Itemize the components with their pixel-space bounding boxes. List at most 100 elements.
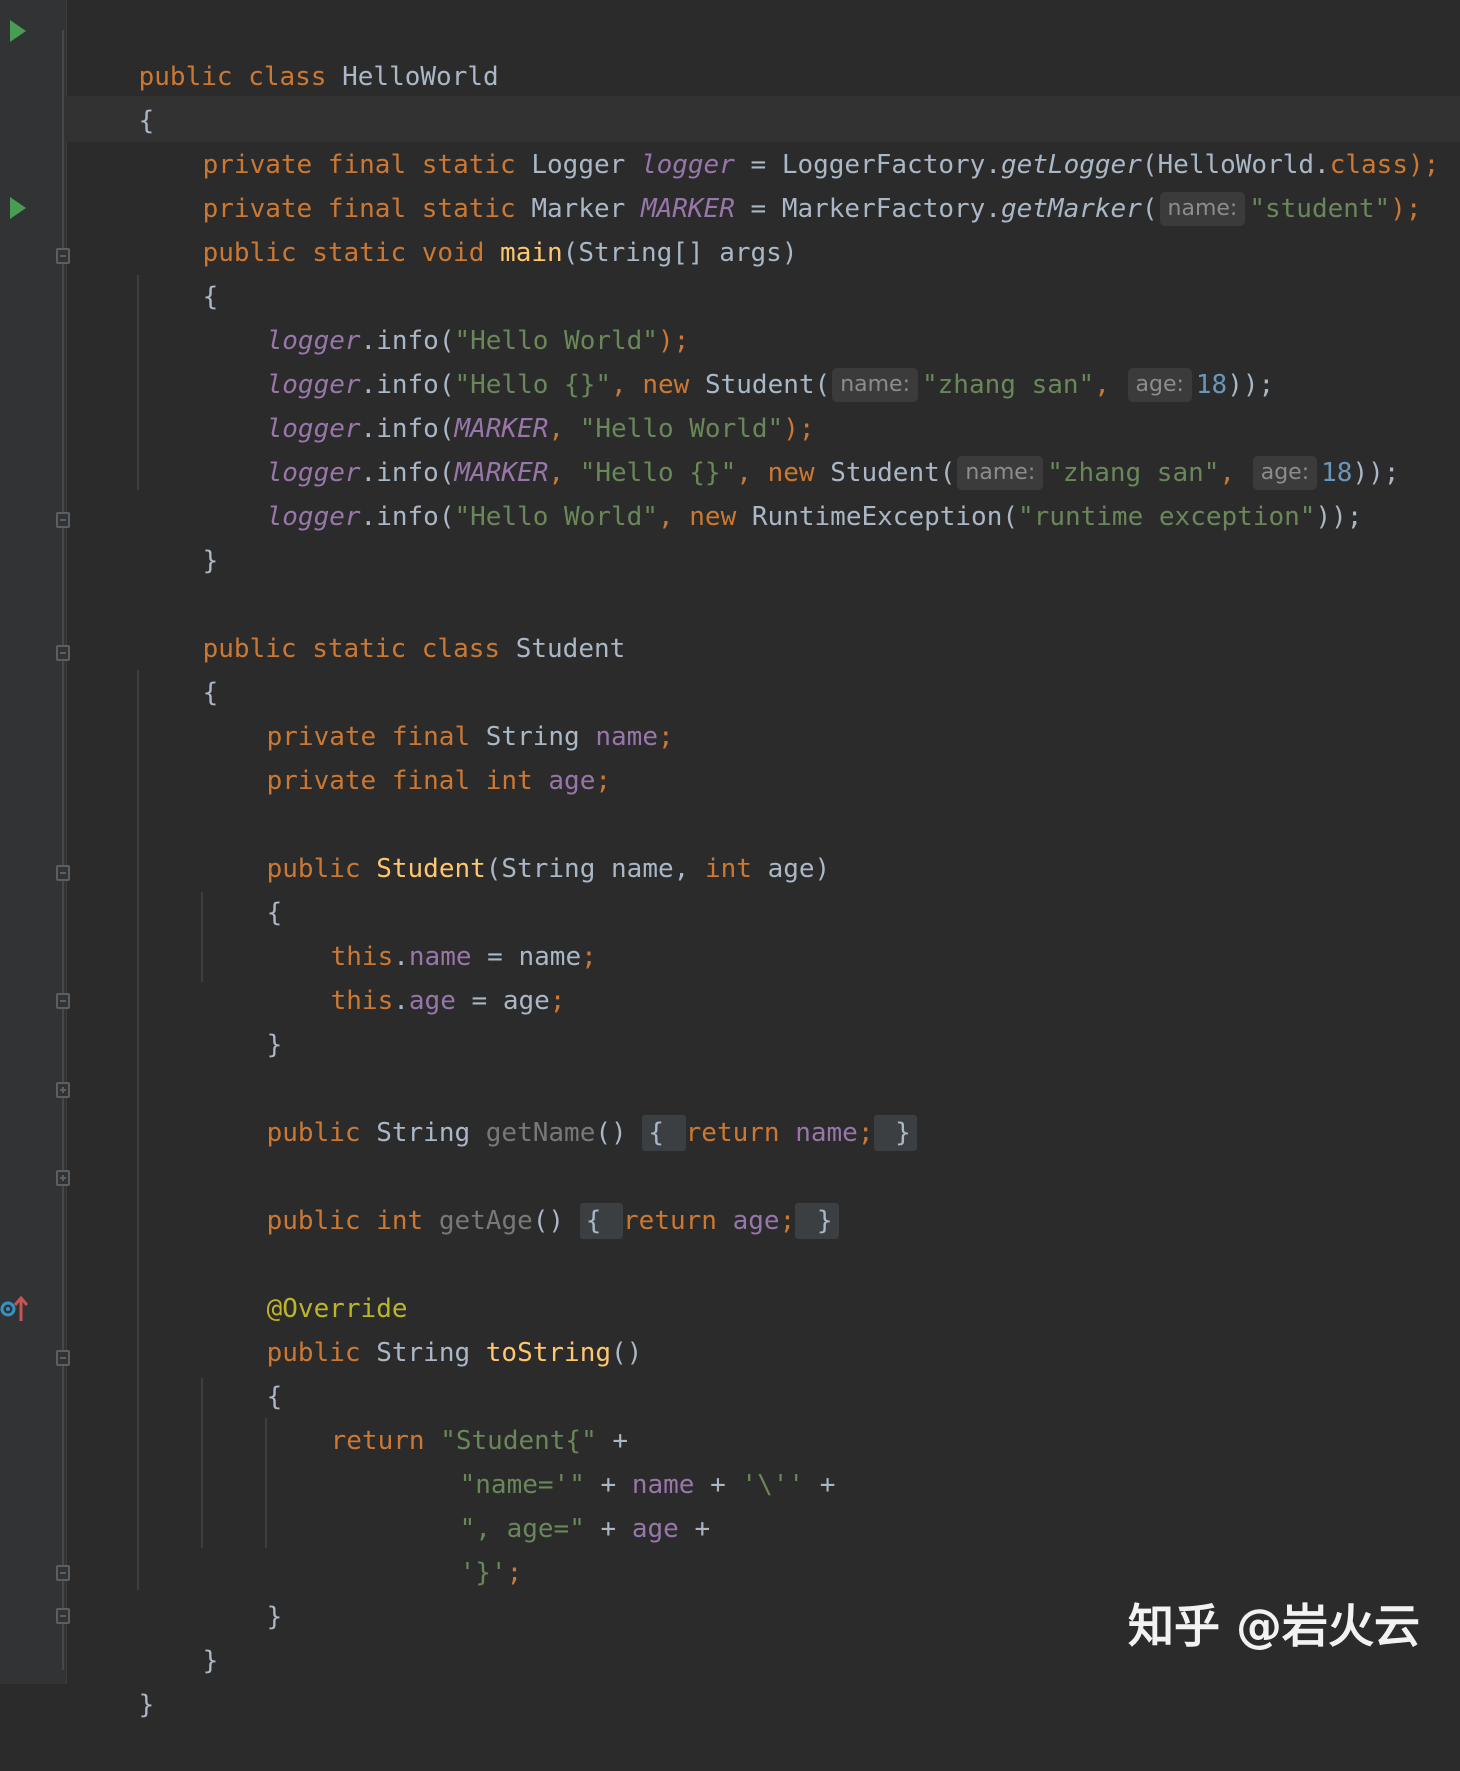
code-token: (String name, xyxy=(485,854,705,884)
code-token: } xyxy=(202,1646,219,1676)
code-token: )); xyxy=(1227,370,1275,400)
code-token: String xyxy=(376,1338,486,1368)
code-line[interactable]: this.name = name; xyxy=(268,891,597,972)
code-line[interactable]: } xyxy=(204,1551,283,1632)
code-line[interactable]: this.age = age; xyxy=(268,935,566,1016)
code-line[interactable]: logger.info("Hello World"); xyxy=(204,275,690,356)
code-token: "Hello World" xyxy=(454,502,658,532)
indent-guide xyxy=(265,1418,267,1548)
code-token: public static void xyxy=(202,238,501,268)
code-token: public xyxy=(266,1118,377,1148)
fold-marker-icon[interactable] xyxy=(56,1082,70,1098)
code-line[interactable]: private final int age; xyxy=(204,715,611,796)
parameter-hint: age: xyxy=(1127,368,1192,402)
code-token: "student" xyxy=(1249,194,1391,224)
code-line[interactable]: @Override xyxy=(204,1243,408,1324)
parameter-hint: name: xyxy=(832,368,918,402)
code-line[interactable]: { xyxy=(204,847,283,928)
code-token: ; xyxy=(549,986,566,1016)
code-token: logger xyxy=(266,502,361,532)
code-token: age xyxy=(631,1514,679,1544)
code-token: String xyxy=(376,1118,486,1148)
code-token: HelloWorld xyxy=(342,62,499,92)
code-token: () xyxy=(532,1206,580,1236)
code-line[interactable]: logger.info(MARKER, "Hello {}", new Stud… xyxy=(204,407,1399,490)
code-line[interactable]: { xyxy=(140,627,219,708)
code-line[interactable]: public class HelloWorld xyxy=(76,11,499,92)
code-line[interactable]: logger.info(MARKER, "Hello World"); xyxy=(204,363,815,444)
code-token: () xyxy=(595,1118,643,1148)
code-token: () xyxy=(611,1338,643,1368)
code-line[interactable]: public static void main(String[] args) xyxy=(140,187,798,268)
code-token: getMarker xyxy=(1000,194,1142,224)
code-line[interactable]: } xyxy=(140,495,219,576)
code-token: ; xyxy=(657,722,674,752)
code-line[interactable]: '}'; xyxy=(397,1507,523,1588)
code-token: public xyxy=(266,1338,377,1368)
code-line[interactable]: public String getName() { return name; } xyxy=(204,1067,917,1151)
code-token: ; xyxy=(506,1558,523,1588)
code-line[interactable]: } xyxy=(140,1595,219,1676)
code-token: ( xyxy=(1141,194,1158,224)
code-token: toString xyxy=(485,1338,612,1368)
code-token: new xyxy=(689,502,752,532)
folded-region[interactable]: } xyxy=(795,1203,839,1239)
code-token: ; xyxy=(857,1118,874,1148)
code-line[interactable]: "name='" + name + '\'' + xyxy=(397,1419,836,1500)
code-line[interactable]: public int getAge() { return age; } xyxy=(204,1155,839,1239)
code-line[interactable]: { xyxy=(76,55,155,136)
code-token: '}' xyxy=(459,1558,507,1588)
folded-region[interactable]: { xyxy=(642,1115,686,1151)
fold-marker-icon[interactable] xyxy=(56,1608,70,1624)
fold-marker-icon[interactable] xyxy=(56,248,70,264)
code-token: age xyxy=(548,766,596,796)
code-token: name xyxy=(795,1118,858,1148)
fold-marker-icon[interactable] xyxy=(56,865,70,881)
code-token: } xyxy=(266,1030,283,1060)
code-line[interactable]: { xyxy=(140,231,219,312)
code-token: .info( xyxy=(360,502,455,532)
code-line[interactable]: return "Student{" + xyxy=(268,1375,628,1456)
override-method-icon[interactable] xyxy=(0,1293,28,1323)
code-token: ; xyxy=(595,766,612,796)
run-icon[interactable] xyxy=(10,20,26,42)
code-token: , xyxy=(657,502,690,532)
fold-marker-icon[interactable] xyxy=(56,1350,70,1366)
fold-marker-icon[interactable] xyxy=(56,993,70,1009)
code-line[interactable]: logger.info("Hello {}", new Student(name… xyxy=(204,319,1274,402)
code-token: , xyxy=(1094,370,1110,400)
code-token: public xyxy=(266,1206,377,1236)
code-line[interactable]: logger.info("Hello World", new RuntimeEx… xyxy=(204,451,1363,532)
code-token: RuntimeException( xyxy=(751,502,1019,532)
fold-marker-icon[interactable] xyxy=(56,512,70,528)
code-token: = age xyxy=(455,986,550,1016)
code-line[interactable]: public static class Student xyxy=(140,583,626,664)
code-token: int xyxy=(704,854,768,884)
code-editor[interactable]: public class HelloWorld { private final … xyxy=(0,0,1460,1720)
code-token: { xyxy=(648,1118,680,1148)
code-token: "runtime exception" xyxy=(1018,502,1316,532)
code-line[interactable]: private final static Marker MARKER = Mar… xyxy=(140,143,1422,226)
code-line[interactable]: public String toString() xyxy=(204,1287,643,1368)
code-line[interactable]: private final static Logger logger = Log… xyxy=(140,99,1440,180)
code-token: ; xyxy=(581,942,597,972)
code-line[interactable]: } xyxy=(76,1639,155,1720)
code-line[interactable]: public Student(String name, int age) xyxy=(204,803,831,884)
code-token: } xyxy=(202,546,219,576)
code-line[interactable]: private final String name; xyxy=(204,671,674,752)
folded-region[interactable]: } xyxy=(873,1115,917,1151)
code-token: + xyxy=(804,1470,836,1500)
code-line[interactable]: { xyxy=(204,1331,283,1412)
fold-marker-icon[interactable] xyxy=(56,1565,70,1581)
fold-marker-icon[interactable] xyxy=(56,645,70,661)
code-token: { xyxy=(585,1206,618,1236)
fold-region-line xyxy=(62,30,64,1670)
fold-marker-icon[interactable] xyxy=(56,1170,70,1186)
run-icon[interactable] xyxy=(10,197,26,219)
indent-guide xyxy=(137,275,139,490)
code-line[interactable]: ", age=" + age + xyxy=(397,1463,710,1544)
code-line[interactable]: } xyxy=(204,979,283,1060)
code-token: getName xyxy=(485,1118,596,1148)
code-token: public xyxy=(266,854,377,884)
folded-region[interactable]: { xyxy=(579,1203,624,1239)
